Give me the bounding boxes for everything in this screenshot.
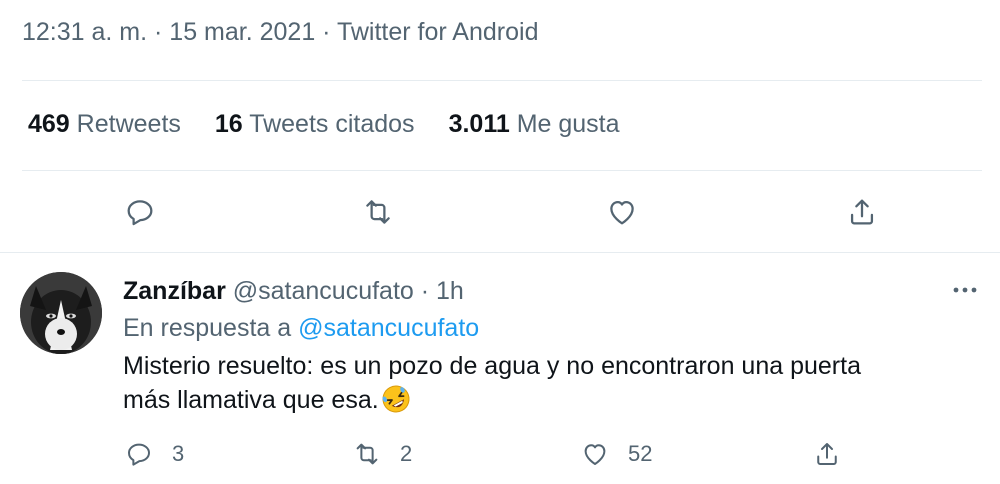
retweet-count: 2	[400, 441, 413, 466]
like-button[interactable]	[600, 190, 644, 234]
reply-share-button[interactable]	[812, 434, 860, 474]
reply-button[interactable]	[118, 190, 162, 234]
retweet-button[interactable]	[356, 190, 400, 234]
retweet-icon	[356, 443, 378, 465]
like-icon	[610, 200, 634, 225]
reply-reply-button[interactable]: 3	[124, 434, 184, 474]
share-icon	[850, 199, 874, 225]
reply-handle[interactable]: @satancucufato	[233, 277, 414, 305]
tweet-action-bar	[0, 190, 1000, 234]
like-icon	[584, 444, 606, 465]
likes-count: 3.011	[448, 110, 510, 138]
reply-text-line-2: más llamativa que esa.	[123, 383, 963, 423]
reply-icon	[127, 200, 153, 226]
retweets-label: Retweets	[76, 110, 181, 138]
reply-count: 3	[172, 441, 185, 466]
retweets-count: 469	[28, 110, 70, 138]
quote-tweets-stat[interactable]: 16 Tweets citados	[215, 110, 415, 139]
share-icon	[817, 443, 837, 465]
reply-to-prefix: En respuesta a	[123, 314, 299, 342]
reply-text-line: más llamativa que esa.	[123, 386, 379, 414]
reply-to-mention[interactable]: @satancucufato	[298, 314, 479, 342]
husky-avatar-image	[20, 272, 102, 354]
tweet-stats: 469 Retweets 16 Tweets citados 3.011 Me …	[28, 110, 654, 139]
likes-stat[interactable]: 3.011 Me gusta	[449, 110, 620, 139]
reply-time[interactable]: 1h	[436, 277, 464, 305]
reply-header: Zanzíbar @satancucufato · 1h	[123, 277, 464, 306]
tweet-timestamp[interactable]: 12:31 a. m. · 15 mar. 2021 · Twitter for…	[22, 18, 538, 47]
share-button[interactable]	[840, 190, 884, 234]
reply-separator: ·	[413, 277, 437, 305]
quote-tweets-label: Tweets citados	[249, 110, 415, 138]
more-icon	[953, 287, 977, 293]
reply-context: En respuesta a @satancucufato	[123, 314, 479, 343]
reply-retweet-button[interactable]: 2	[352, 434, 412, 474]
reply-body: Misterio resuelto: es un pozo de agua y …	[123, 349, 963, 423]
reply-like-button[interactable]: 52	[580, 434, 652, 474]
reply-text-line: Misterio resuelto: es un pozo de agua y …	[123, 352, 861, 380]
more-options-button[interactable]	[944, 272, 986, 308]
retweet-icon	[366, 200, 390, 224]
like-count: 52	[628, 441, 653, 466]
reply-icon	[128, 443, 150, 466]
divider	[0, 252, 1000, 253]
divider	[22, 170, 982, 171]
quote-tweets-count: 16	[214, 110, 243, 138]
reply-action-bar: 3 2 52	[0, 434, 1000, 474]
retweets-stat[interactable]: 469 Retweets	[28, 110, 181, 139]
avatar[interactable]	[20, 272, 102, 354]
likes-label: Me gusta	[516, 110, 620, 138]
laughing-emoji-icon	[381, 384, 411, 423]
divider	[22, 80, 982, 81]
reply-display-name[interactable]: Zanzíbar	[123, 277, 226, 305]
